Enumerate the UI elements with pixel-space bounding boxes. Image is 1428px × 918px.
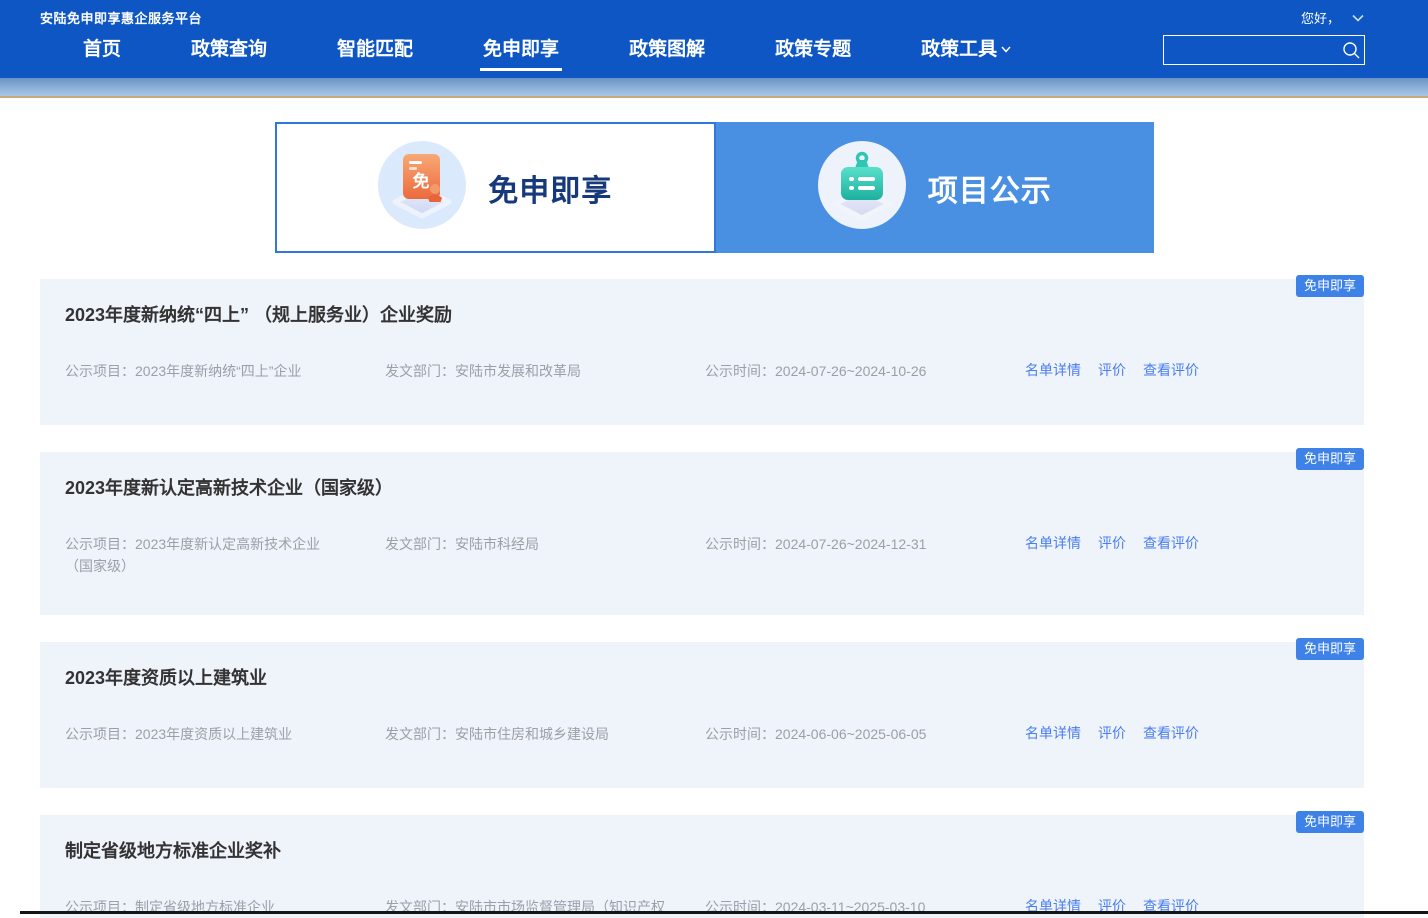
site-title: 安陆免申即享惠企服务平台	[40, 8, 202, 27]
card-actions: 名单详情 评价 查看评价	[1025, 723, 1199, 745]
time-field: 公示时间：2024-03-11~2025-03-10	[705, 896, 1025, 918]
card-title: 2023年度新认定高新技术企业（国家级）	[65, 474, 1364, 500]
project-field: 公示项目：2023年度新认定高新技术企业（国家级）	[65, 533, 385, 577]
nav-item-policy-search[interactable]: 政策查询	[191, 34, 267, 71]
tab-project-publicity[interactable]: 项目公示	[716, 122, 1154, 253]
list-item: 免申即享 制定省级地方标准企业奖补 公示项目：制定省级地方标准企业 发文部门：安…	[40, 815, 1364, 918]
nav-item-smart-match[interactable]: 智能匹配	[337, 34, 413, 71]
card-actions: 名单详情 评价 查看评价	[1025, 360, 1199, 382]
nav-item-policy-topics[interactable]: 政策专题	[775, 34, 851, 71]
view-evaluation-link[interactable]: 查看评价	[1143, 360, 1199, 380]
list-detail-link[interactable]: 名单详情	[1025, 533, 1081, 553]
view-evaluation-link[interactable]: 查看评价	[1143, 723, 1199, 743]
nav-item-policy-graphics[interactable]: 政策图解	[629, 34, 705, 71]
card-actions: 名单详情 评价 查看评价	[1025, 896, 1199, 918]
search-icon[interactable]	[1338, 41, 1364, 60]
list-detail-link[interactable]: 名单详情	[1025, 723, 1081, 743]
time-field: 公示时间：2024-06-06~2025-06-05	[705, 723, 1025, 745]
chevron-down-icon	[1352, 10, 1364, 25]
card-title: 制定省级地方标准企业奖补	[65, 837, 1364, 863]
list-item: 免申即享 2023年度新纳统“四上” （规上服务业）企业奖励 公示项目：2023…	[40, 279, 1364, 425]
section-tabs: 免 免申即享	[275, 122, 1154, 253]
window-edge-line	[20, 911, 1428, 914]
exempt-badge: 免申即享	[1296, 638, 1364, 660]
project-field: 公示项目：2023年度新纳统“四上”企业	[65, 360, 385, 382]
main-nav: 首页 政策查询 智能匹配 免申即享 政策图解 政策专题 政策工具	[0, 27, 1428, 71]
publicity-card: 2023年度新纳统“四上” （规上服务业）企业奖励 公示项目：2023年度新纳统…	[40, 279, 1364, 425]
user-menu[interactable]: 您好，	[1301, 8, 1364, 27]
nav-item-exempt-enjoy[interactable]: 免申即享	[483, 34, 559, 71]
publicity-card: 2023年度新认定高新技术企业（国家级） 公示项目：2023年度新认定高新技术企…	[40, 452, 1364, 615]
nav-item-policy-tools[interactable]: 政策工具	[921, 34, 1011, 71]
chevron-down-icon	[1001, 37, 1011, 59]
exempt-badge: 免申即享	[1296, 448, 1364, 470]
page: 安陆免申即享惠企服务平台 您好， 首页 政策查询 智能匹配 免申即享 政策图解 …	[0, 0, 1428, 918]
tab-exempt-label: 免申即享	[488, 166, 612, 210]
exempt-badge: 免申即享	[1296, 811, 1364, 833]
nav-item-home[interactable]: 首页	[83, 34, 121, 71]
dept-field: 发文部门：安陆市市场监督管理局（知识产权局）	[385, 896, 705, 918]
card-actions: 名单详情 评价 查看评价	[1025, 533, 1199, 577]
publicity-card: 制定省级地方标准企业奖补 公示项目：制定省级地方标准企业 发文部门：安陆市市场监…	[40, 815, 1364, 918]
list-item: 免申即享 2023年度新认定高新技术企业（国家级） 公示项目：2023年度新认定…	[40, 452, 1364, 615]
project-field: 公示项目：2023年度资质以上建筑业	[65, 723, 385, 745]
publicity-card: 2023年度资质以上建筑业 公示项目：2023年度资质以上建筑业 发文部门：安陆…	[40, 642, 1364, 788]
dept-field: 发文部门：安陆市科经局	[385, 533, 705, 577]
project-field: 公示项目：制定省级地方标准企业	[65, 896, 385, 918]
dept-field: 发文部门：安陆市住房和城乡建设局	[385, 723, 705, 745]
dept-field: 发文部门：安陆市发展和改革局	[385, 360, 705, 382]
view-evaluation-link[interactable]: 查看评价	[1143, 533, 1199, 553]
list-detail-link[interactable]: 名单详情	[1025, 360, 1081, 380]
project-board-icon	[818, 141, 906, 234]
time-field: 公示时间：2024-07-26~2024-12-31	[705, 533, 1025, 577]
tab-exempt-enjoy[interactable]: 免 免申即享	[275, 122, 717, 253]
card-title: 2023年度新纳统“四上” （规上服务业）企业奖励	[65, 301, 1364, 327]
evaluate-link[interactable]: 评价	[1098, 723, 1126, 743]
evaluate-link[interactable]: 评价	[1098, 360, 1126, 380]
header: 安陆免申即享惠企服务平台 您好， 首页 政策查询 智能匹配 免申即享 政策图解 …	[0, 0, 1428, 78]
search-input[interactable]	[1164, 42, 1338, 58]
svg-text:免: 免	[413, 171, 430, 191]
evaluate-link[interactable]: 评价	[1098, 533, 1126, 553]
tab-publicity-label: 项目公示	[928, 166, 1052, 210]
exempt-badge: 免申即享	[1296, 275, 1364, 297]
time-field: 公示时间：2024-07-26~2024-10-26	[705, 360, 1025, 382]
publicity-list: 免申即享 2023年度新纳统“四上” （规上服务业）企业奖励 公示项目：2023…	[40, 279, 1364, 918]
card-title: 2023年度资质以上建筑业	[65, 664, 1364, 690]
banner-strip	[0, 78, 1428, 98]
exempt-document-icon: 免	[378, 141, 466, 234]
greeting-text: 您好，	[1301, 8, 1340, 27]
search-box	[1163, 35, 1365, 65]
list-item: 免申即享 2023年度资质以上建筑业 公示项目：2023年度资质以上建筑业 发文…	[40, 642, 1364, 788]
